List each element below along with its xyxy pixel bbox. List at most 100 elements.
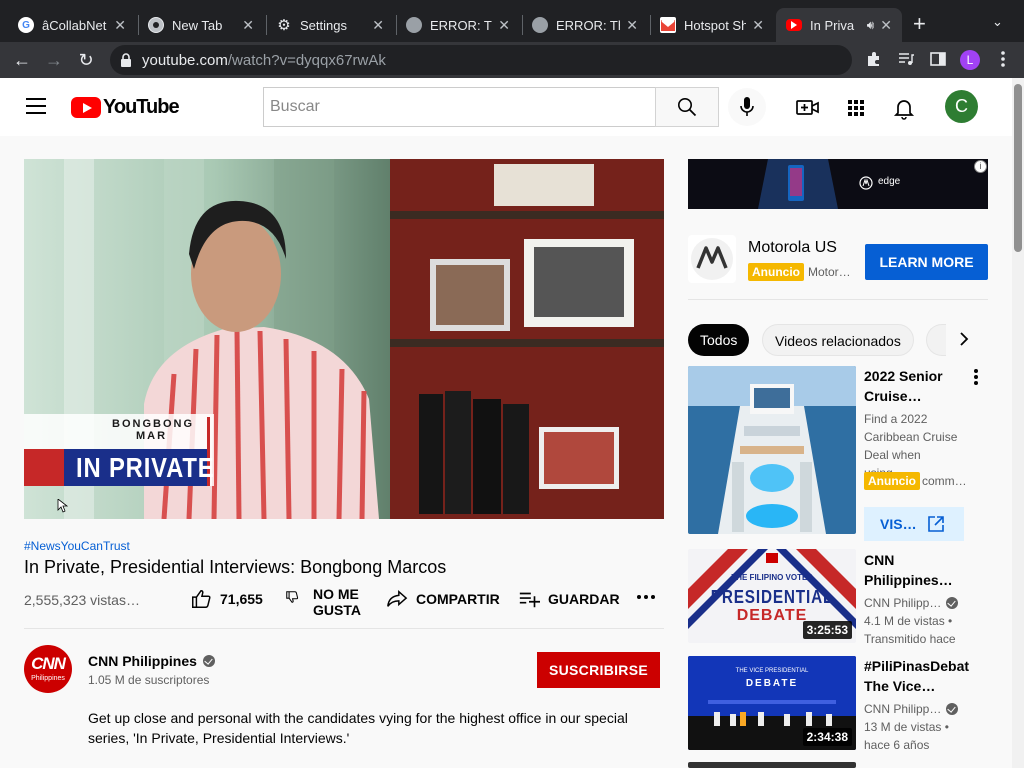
chip-related[interactable]: Videos relacionados (762, 324, 914, 356)
hashtag-link[interactable]: #NewsYouCanTrust (24, 539, 130, 553)
share-arrow-icon (387, 590, 408, 607)
tab-youtube-active[interactable]: In Priva 🔊︎ ✕ (776, 8, 902, 42)
notifications-bell-icon[interactable] (892, 96, 916, 120)
video-player[interactable]: BONGBONG MAR IN PRIVATE (24, 159, 664, 519)
view-count[interactable]: 2,555,323 vistas… (24, 592, 140, 608)
close-icon[interactable]: ✕ (880, 17, 892, 34)
external-link-icon (928, 516, 944, 532)
chrome-menu-icon[interactable] (994, 51, 1012, 69)
tab-settings[interactable]: ⚙ Settings ✕ (266, 8, 394, 42)
browser-toolbar: ← → ↻ youtube.com/watch?v=dyqqx67rwAk (0, 42, 1024, 108)
cruise-ad-title[interactable]: 2022 Senior Cruise… (864, 366, 974, 406)
subscribe-button[interactable]: SUSCRIBIRSE (537, 652, 660, 688)
menu-icon[interactable] (26, 98, 46, 114)
channel-avatar[interactable]: CNN Philippines (24, 645, 72, 693)
share-button[interactable]: COMPARTIR (386, 588, 500, 610)
overlay-line2: MAR (136, 430, 168, 442)
tab-new-tab[interactable]: New Tab ✕ (138, 8, 264, 42)
close-icon[interactable]: ✕ (626, 17, 638, 34)
search-input[interactable] (264, 88, 656, 126)
related-channel-name[interactable]: CNN Philipp… (864, 700, 974, 718)
tab-error-1[interactable]: ERROR: Th ✕ (396, 8, 520, 42)
address-bar[interactable]: youtube.com/watch?v=dyqqx67rwAk (110, 45, 852, 75)
cruise-ad-advertiser: comm… (922, 474, 967, 488)
ad-badge: Anuncio (864, 472, 920, 490)
divider (24, 628, 664, 629)
close-icon[interactable]: ✕ (114, 17, 126, 34)
youtube-logo[interactable]: YouTube (71, 96, 180, 119)
reload-button[interactable]: ↻ (74, 48, 98, 72)
scrollbar-thumb[interactable] (1014, 84, 1022, 252)
related-channel-name[interactable]: CNN Philipp… (864, 594, 974, 612)
thumbs-up-icon (192, 590, 211, 608)
tab-hotspot[interactable]: Hotspot Sh ✕ (650, 8, 774, 42)
gear-icon: ⚙ (277, 17, 291, 34)
ad-advertiser-name[interactable]: Motorola US (748, 239, 837, 257)
channel-name[interactable]: CNN Philippines (88, 653, 215, 669)
lock-icon[interactable] (120, 53, 132, 67)
close-icon[interactable]: ✕ (752, 17, 764, 34)
duration-badge: 2:34:38 (802, 728, 852, 746)
chip-next-partial[interactable] (926, 324, 946, 356)
motorola-m-icon (691, 238, 733, 280)
chevron-right-icon[interactable] (950, 326, 978, 354)
url-text: youtube.com/watch?v=dyqqx67rwAk (142, 51, 386, 69)
related-video-thumbnail[interactable] (688, 762, 856, 768)
voice-search-button[interactable] (728, 88, 766, 126)
tab-collabnet[interactable]: G âCollabNet ✕ (8, 8, 136, 42)
cruise-ship-image (688, 366, 856, 534)
more-vertical-icon[interactable] (969, 369, 983, 389)
extensions-icon[interactable] (865, 51, 883, 69)
close-icon[interactable]: ✕ (242, 17, 254, 34)
search-icon (678, 98, 697, 117)
overlay-title: IN PRIVATE (76, 452, 215, 483)
ad-info-icon[interactable]: i (974, 160, 987, 173)
related-video-title[interactable]: #PiliPinasDebat The Vice… (864, 656, 984, 696)
related-video-meta: CNN Philipp… 13 M de vistas • hace 6 año… (864, 700, 974, 754)
like-button[interactable]: 71,655 (190, 588, 263, 610)
playlist-add-icon (519, 592, 540, 608)
apps-grid-icon[interactable] (844, 96, 868, 120)
cruise-ad-thumbnail[interactable] (688, 366, 856, 534)
mouse-cursor-icon (56, 498, 69, 513)
learn-more-button[interactable]: LEARN MORE (865, 244, 988, 280)
visit-site-button[interactable]: VIS… (864, 507, 964, 541)
ad-banner-graphic (688, 159, 988, 209)
related-video-meta: CNN Philipp… 4.1 M de vistas • Transmiti… (864, 594, 974, 648)
speaker-icon[interactable]: 🔊︎ (867, 18, 875, 33)
new-tab-button[interactable]: + (913, 13, 926, 35)
overlay-line1: BONGBONG (112, 418, 194, 430)
chip-todos[interactable]: Todos (688, 324, 750, 356)
tab-search-icon[interactable]: ⌄ (992, 14, 1003, 30)
motorola-logo[interactable] (688, 235, 736, 283)
video-description[interactable]: Get up close and personal with the candi… (88, 708, 648, 748)
search-button[interactable] (655, 87, 719, 127)
divider (688, 299, 988, 300)
globe-icon (406, 17, 422, 33)
close-icon[interactable]: ✕ (498, 17, 510, 34)
video-title: In Private, Presidential Interviews: Bon… (24, 557, 447, 577)
save-button[interactable]: GUARDAR (518, 588, 620, 610)
user-avatar[interactable]: C (945, 90, 978, 123)
browser-tab-strip: G âCollabNet ✕ New Tab ✕ ⚙ Settings ✕ ER… (0, 0, 1024, 42)
more-horizontal-icon (637, 595, 655, 599)
ad-banner[interactable]: edge (688, 159, 988, 209)
back-button[interactable]: ← (10, 48, 34, 72)
related-video-title[interactable]: CNN Philippines… (864, 550, 974, 590)
related-video-thumbnail[interactable]: THE FILIPINO VOTES PRESIDENTIAL DEBATE 3… (688, 549, 856, 643)
forward-button[interactable]: → (42, 48, 66, 72)
create-video-icon[interactable] (796, 96, 820, 120)
related-video-thumbnail[interactable]: THE VICE PRESIDENTIAL DEBATE 2:34:38 (688, 656, 856, 750)
microphone-icon (740, 97, 754, 116)
tab-error-2[interactable]: ERROR: Th ✕ (522, 8, 648, 42)
media-control-icon[interactable] (897, 51, 915, 69)
close-icon[interactable]: ✕ (372, 17, 384, 34)
side-panel-icon[interactable] (929, 51, 947, 69)
more-actions-button[interactable] (636, 594, 664, 600)
page-scrollbar[interactable] (1012, 78, 1024, 768)
dislike-button[interactable]: NO ME GUSTA (285, 586, 361, 618)
ad-advertiser-sub: Motor… (808, 265, 851, 279)
browser-profile-avatar[interactable]: L (960, 50, 980, 70)
verified-check-icon (946, 597, 959, 609)
verified-check-icon (202, 655, 215, 667)
